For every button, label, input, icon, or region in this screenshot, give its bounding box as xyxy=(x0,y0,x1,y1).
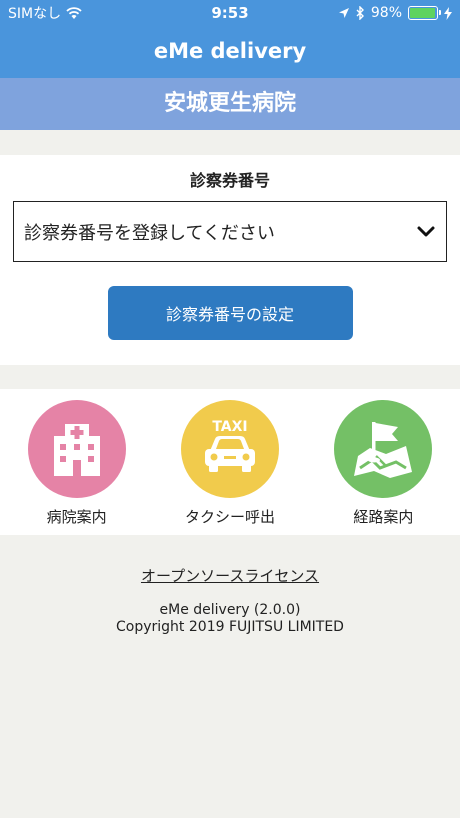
status-right: 98% xyxy=(338,5,452,21)
battery-level-fill xyxy=(410,8,436,18)
map-icon-circle xyxy=(334,400,433,498)
registration-card: 診察券番号 診察券番号を登録してください 診察券番号の設定 xyxy=(0,155,460,365)
set-patient-number-button[interactable]: 診察券番号の設定 xyxy=(107,286,353,340)
hospital-icon xyxy=(53,424,100,476)
battery-percent: 98% xyxy=(370,5,402,21)
bluetooth-icon xyxy=(356,6,364,20)
menu-item-label: 経路案内 xyxy=(353,508,414,526)
patient-number-select-value: 診察券番号を登録してください xyxy=(24,222,275,244)
status-left: SIMなし xyxy=(8,3,83,23)
charging-bolt-icon xyxy=(444,6,452,20)
chevron-down-icon xyxy=(417,226,435,236)
location-arrow-icon xyxy=(338,8,349,18)
menu-item-call-taxi[interactable]: TAXI タクシー呼出 xyxy=(153,389,306,535)
menu-item-label: タクシー呼出 xyxy=(184,508,275,526)
hospital-icon-circle xyxy=(27,400,126,498)
carrier-label: SIMなし xyxy=(8,6,62,22)
footer: オープンソースライセンス eMe delivery (2.0.0) Copyri… xyxy=(0,565,460,636)
battery-icon xyxy=(408,6,441,20)
patient-number-select[interactable]: 診察券番号を登録してください xyxy=(13,201,447,262)
copyright: Copyright 2019 FUJITSU LIMITED xyxy=(116,619,344,635)
menu-item-label: 病院案内 xyxy=(46,508,107,526)
wifi-icon xyxy=(66,7,82,19)
taxi-icon: TAXI xyxy=(204,419,255,472)
open-source-license-link[interactable]: オープンソースライセンス xyxy=(141,565,319,586)
menu-item-hospital-guide[interactable]: 病院案内 xyxy=(0,389,153,535)
hospital-name: 安城更生病院 xyxy=(0,78,460,130)
app-version: eMe delivery (2.0.0) xyxy=(159,602,301,618)
map-flag-icon xyxy=(354,422,413,478)
registration-title: 診察券番号 xyxy=(189,171,270,190)
menu-card: 病院案内 TAXI タクシー呼出 経路案内 xyxy=(0,389,460,535)
app-header: SIMなし 9:53 98% eMe delivery xyxy=(0,0,460,78)
menu-item-route-guide[interactable]: 経路案内 xyxy=(307,389,460,535)
taxi-icon-circle: TAXI xyxy=(180,400,279,498)
taxi-icon-text: TAXI xyxy=(212,419,247,435)
app-title: eMe delivery xyxy=(153,39,307,63)
status-bar: SIMなし 9:53 98% xyxy=(0,0,460,26)
